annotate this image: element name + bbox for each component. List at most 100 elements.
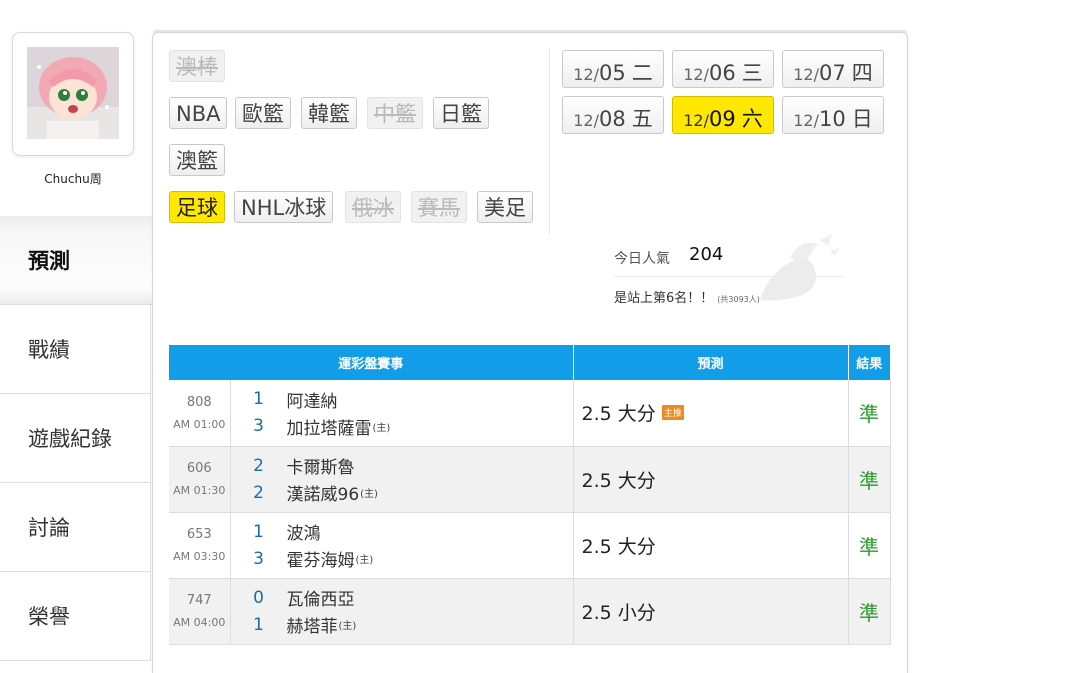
date-day: 09 [709,107,736,131]
prediction-cell: 2.5 大分 [573,446,849,513]
date-weekday: 六 [741,107,763,131]
home-mark: (主) [355,555,374,566]
game-number: 606 [186,461,212,476]
home-team: 漢諾威96 [286,485,360,505]
menu-item-game-log[interactable]: 遊戲紀錄 [0,394,151,483]
rank-text: 是站上第6名！！ (共3093人) [614,287,760,306]
game-time: AM 03:30 [173,550,226,563]
game-info-cell: 653 AM 03:30 [169,512,231,579]
home-mark: (主) [372,422,391,434]
category-tag-horse-racing[interactable]: 賽馬 [411,191,467,223]
game-info-cell: 808 AM 01:00 [169,380,231,447]
category-tag-nhl[interactable]: NHL冰球 [234,191,334,223]
home-score: 1 [253,614,264,635]
prediction-text: 2.5 大分 [581,403,656,426]
home-team: 霍芬海姆 [286,551,355,571]
game-info-cell: 606 AM 01:30 [169,446,231,513]
prediction-cell: 2.5 大分 [573,512,849,579]
away-team-line: 0 瓦倫西亞 [231,584,573,611]
table-row: 653 AM 03:30 1 波鴻 3 霍芬海姆 (主) 2.5 大分 準 [169,512,891,579]
menu-item-prediction[interactable]: 預測 [0,216,152,305]
category-tag-soccer[interactable]: 足球 [169,191,225,223]
date-day: 10 [819,107,846,131]
date-button-1206[interactable]: 12/06 三 [672,50,774,88]
avatar-image [27,47,119,139]
category-tag-aus-basketball[interactable]: 澳籃 [169,144,225,176]
date-month: 12/ [683,65,709,84]
popularity-value: 204 [689,244,724,265]
teams-cell: 1 阿達納 3 加拉塔薩雷 (主) [230,380,574,447]
date-day: 08 [599,107,626,131]
header-prediction: 預測 [573,345,849,380]
category-tag-china-basketball[interactable]: 中籃 [367,97,423,129]
result-cell: 準 [848,578,891,645]
home-mark: (主) [360,489,378,500]
teams-cell: 0 瓦倫西亞 1 赫塔菲 (主) [230,578,574,645]
category-tag-japan-basketball[interactable]: 日籃 [433,97,489,129]
result-cell: 準 [848,446,891,513]
date-weekday: 三 [741,61,763,85]
date-weekday: 日 [851,107,873,131]
filter-divider [549,48,550,234]
date-day: 07 [819,61,846,85]
away-team: 瓦倫西亞 [286,590,355,610]
category-tag-us-football[interactable]: 美足 [477,191,533,223]
result-cell: 準 [848,380,891,447]
home-team-line: 3 霍芬海姆 (主) [231,545,573,572]
date-day: 06 [709,61,736,85]
category-label: 澳棒 [176,55,218,79]
home-team: 加拉塔薩雷 [286,418,372,439]
predictions-table: 運彩盤賽事 預測 結果 808 AM 01:00 1 阿達納 3 加拉塔薩雷 (主) 2… [169,345,891,645]
category-tag-russia-hockey[interactable]: 俄冰 [345,191,401,223]
away-team: 卡爾斯魯 [286,458,355,478]
category-tag-euro-basketball[interactable]: 歐籃 [235,97,291,129]
date-button-1209[interactable]: 12/09 六 [672,96,774,134]
date-button-1205[interactable]: 12/05 二 [562,50,664,88]
away-score: 1 [253,521,264,542]
teams-cell: 2 卡爾斯魯 2 漢諾威96 (主) [230,446,574,513]
date-button-1207[interactable]: 12/07 四 [782,50,884,88]
away-team: 阿達納 [286,391,338,412]
date-button-1210[interactable]: 12/10 日 [782,96,884,134]
away-team-line: 1 波鴻 [231,518,573,545]
away-team-line: 1 阿達納 [231,386,573,413]
date-month: 12/ [573,111,599,130]
prediction-text: 2.5 大分 [581,535,656,558]
popularity-label: 今日人氣 [614,251,670,267]
date-month: 12/ [793,65,819,84]
category-tag-aus-baseball[interactable]: 澳棒 [169,50,225,82]
rank-message: 是站上第6名！！ [614,291,714,306]
menu-item-honor[interactable]: 榮譽 [0,572,151,661]
category-tag-korea-basketball[interactable]: 韓籃 [301,97,357,129]
avatar[interactable] [27,47,119,139]
menu-item-record[interactable]: 戰績 [0,305,151,394]
avatar-card[interactable] [12,32,134,156]
category-label: 俄冰 [352,196,394,220]
away-team: 波鴻 [286,524,321,544]
header-event: 運彩盤賽事 [169,345,574,380]
game-info-cell: 747 AM 04:00 [169,578,231,645]
category-label: 賽馬 [418,196,460,220]
stats-divider [614,276,844,277]
date-month: 12/ [683,111,709,130]
prediction-cell: 2.5 小分 [573,578,849,645]
date-month: 12/ [793,111,819,130]
date-weekday: 二 [631,61,653,85]
menu-item-discussion[interactable]: 討論 [0,483,151,572]
side-menu: 預測 戰績 遊戲紀錄 討論 榮譽 [0,216,152,661]
teams-cell: 1 波鴻 3 霍芬海姆 (主) [230,512,574,579]
rank-total: (共3093人) [717,295,760,304]
home-score: 3 [253,548,264,569]
home-team-line: 3 加拉塔薩雷 (主) [231,413,573,440]
home-team: 赫塔菲 [286,617,338,637]
home-mark: (主) [338,621,357,632]
game-time: AM 01:00 [173,417,226,431]
date-button-1208[interactable]: 12/08 五 [562,96,664,134]
category-tag-nba[interactable]: NBA [169,97,228,129]
away-score: 1 [253,389,264,410]
prediction-cell: 2.5 大分 主推 [573,380,849,447]
date-month: 12/ [573,65,599,84]
table-row: 606 AM 01:30 2 卡爾斯魯 2 漢諾威96 (主) 2.5 大分 準 [169,446,891,513]
away-score: 0 [253,587,264,608]
date-weekday: 四 [851,61,873,85]
